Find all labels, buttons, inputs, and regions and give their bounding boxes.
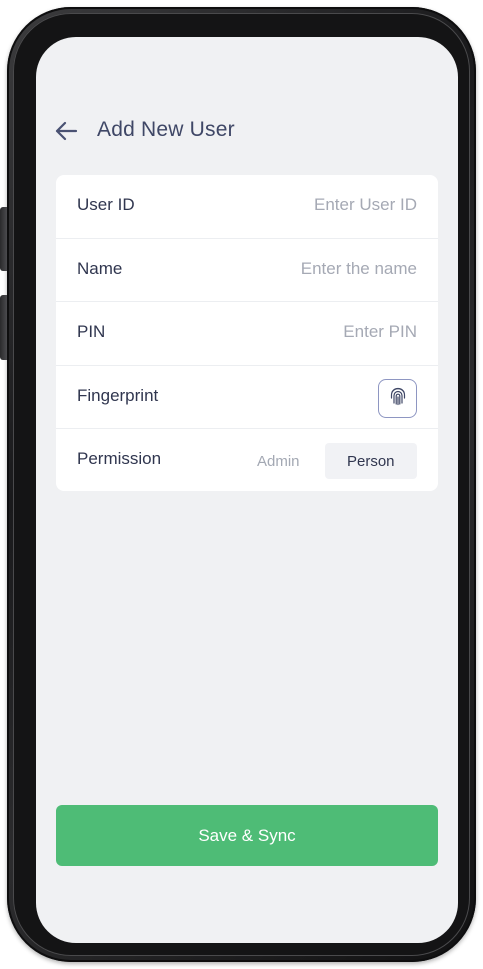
user-id-label: User ID [77,195,135,214]
page-title: Add New User [97,118,235,141]
arrow-left-icon[interactable] [54,120,78,142]
volume-up-button [0,207,7,271]
app-screen: Add New User User ID Name PIN Fingerprin… [36,37,458,943]
permission-option-admin[interactable]: Admin [232,443,325,479]
permission-row: Permission Admin Person [56,429,438,491]
fingerprint-button[interactable] [378,379,417,418]
volume-down-button [0,295,7,360]
name-input[interactable] [217,256,417,282]
user-id-row: User ID [56,175,438,238]
pin-label: PIN [77,322,106,341]
pin-input[interactable] [217,319,417,345]
permission-option-person[interactable]: Person [324,443,417,479]
name-label: Name [77,259,123,278]
pin-row: PIN [56,302,438,365]
fingerprint-row: Fingerprint [56,366,438,429]
name-row: Name [56,239,438,302]
fingerprint-icon [389,386,407,411]
page-header: Add New User [36,115,458,147]
permission-toggle: Admin Person [232,443,417,479]
fingerprint-label: Fingerprint [77,386,159,405]
save-sync-button[interactable]: Save & Sync [56,805,438,866]
user-id-input[interactable] [217,192,417,218]
permission-label: Permission [77,449,162,468]
user-form-card: User ID Name PIN Fingerprint [56,175,438,491]
